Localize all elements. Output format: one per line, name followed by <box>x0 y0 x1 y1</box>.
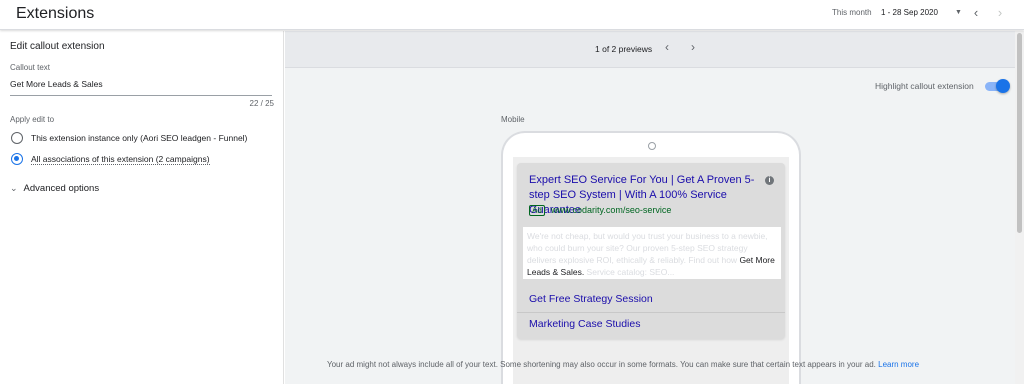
ad-badge: Ad <box>529 205 545 216</box>
preview-navigation: 1 of 2 previews ‹ › <box>285 31 1024 68</box>
page-title: Extensions <box>16 5 95 22</box>
advanced-options-toggle[interactable]: ⌄ Advanced options <box>10 181 99 195</box>
preview-area: 1 of 2 previews ‹ › Highlight callout ex… <box>285 31 1024 384</box>
scrollbar[interactable] <box>1015 31 1024 384</box>
apply-edit-label: Apply edit to <box>10 115 55 124</box>
edit-panel: Edit callout extension Callout text Get … <box>0 31 284 384</box>
learn-more-link[interactable]: Learn more <box>878 360 919 369</box>
chevron-right-icon[interactable]: › <box>993 5 1007 21</box>
footer-note: Your ad might not always include all of … <box>327 360 919 369</box>
callout-text-input[interactable]: Get More Leads & Sales <box>10 79 272 89</box>
radio-all-associations[interactable]: All associations of this extension (2 ca… <box>11 152 210 166</box>
ad-description: We're not cheap, but would you trust you… <box>523 227 781 279</box>
scrollbar-thumb[interactable] <box>1017 33 1022 233</box>
chevron-left-icon[interactable]: ‹ <box>969 5 983 21</box>
radio-button-selected[interactable] <box>11 153 23 165</box>
camera-icon <box>648 142 656 150</box>
radio-label: This extension instance only (Aori SEO l… <box>31 133 248 143</box>
sitelink-case-studies[interactable]: Marketing Case Studies <box>529 318 640 330</box>
radio-label: All associations of this extension (2 ca… <box>31 153 210 165</box>
panel-heading: Edit callout extension <box>10 41 105 52</box>
highlight-callout-label: Highlight callout extension <box>875 81 974 91</box>
char-counter: 22 / 25 <box>249 99 274 108</box>
footer-text: Your ad might not always include all of … <box>327 360 876 369</box>
chevron-right-icon[interactable]: › <box>691 40 695 54</box>
highlight-callout-toggle[interactable] <box>985 79 1010 93</box>
advanced-options-label: Advanced options <box>23 182 100 194</box>
divider <box>517 312 785 313</box>
chevron-left-icon[interactable]: ‹ <box>665 40 669 54</box>
ad-display-url: www.codarity.com/seo-service <box>551 205 672 215</box>
radio-this-instance[interactable]: This extension instance only (Aori SEO l… <box>11 131 247 145</box>
device-label: Mobile <box>501 115 525 124</box>
input-underline <box>10 95 272 96</box>
description-text: We're not cheap, but would you trust you… <box>527 231 768 265</box>
caret-down-icon[interactable]: ▼ <box>955 9 962 16</box>
date-range-value[interactable]: 1 - 28 Sep 2020 <box>881 8 938 17</box>
radio-button[interactable] <box>11 132 23 144</box>
preview-count: 1 of 2 previews <box>595 44 653 54</box>
phone-screen: Expert SEO Service For You | Get A Prove… <box>513 157 789 384</box>
description-text-end: Service catalog: SEO... <box>584 267 675 277</box>
toggle-knob <box>996 79 1010 93</box>
info-icon[interactable]: i <box>765 176 774 185</box>
ad-preview-card: Expert SEO Service For You | Get A Prove… <box>517 163 785 339</box>
sitelink-free-strategy[interactable]: Get Free Strategy Session <box>529 293 653 305</box>
mobile-phone-frame: Expert SEO Service For You | Get A Prove… <box>501 131 801 384</box>
callout-text-label: Callout text <box>10 63 51 72</box>
chevron-down-icon: ⌄ <box>10 182 18 193</box>
date-range-label[interactable]: This month <box>832 8 872 17</box>
top-bar: Extensions This month 1 - 28 Sep 2020 ▼ … <box>0 0 1024 30</box>
